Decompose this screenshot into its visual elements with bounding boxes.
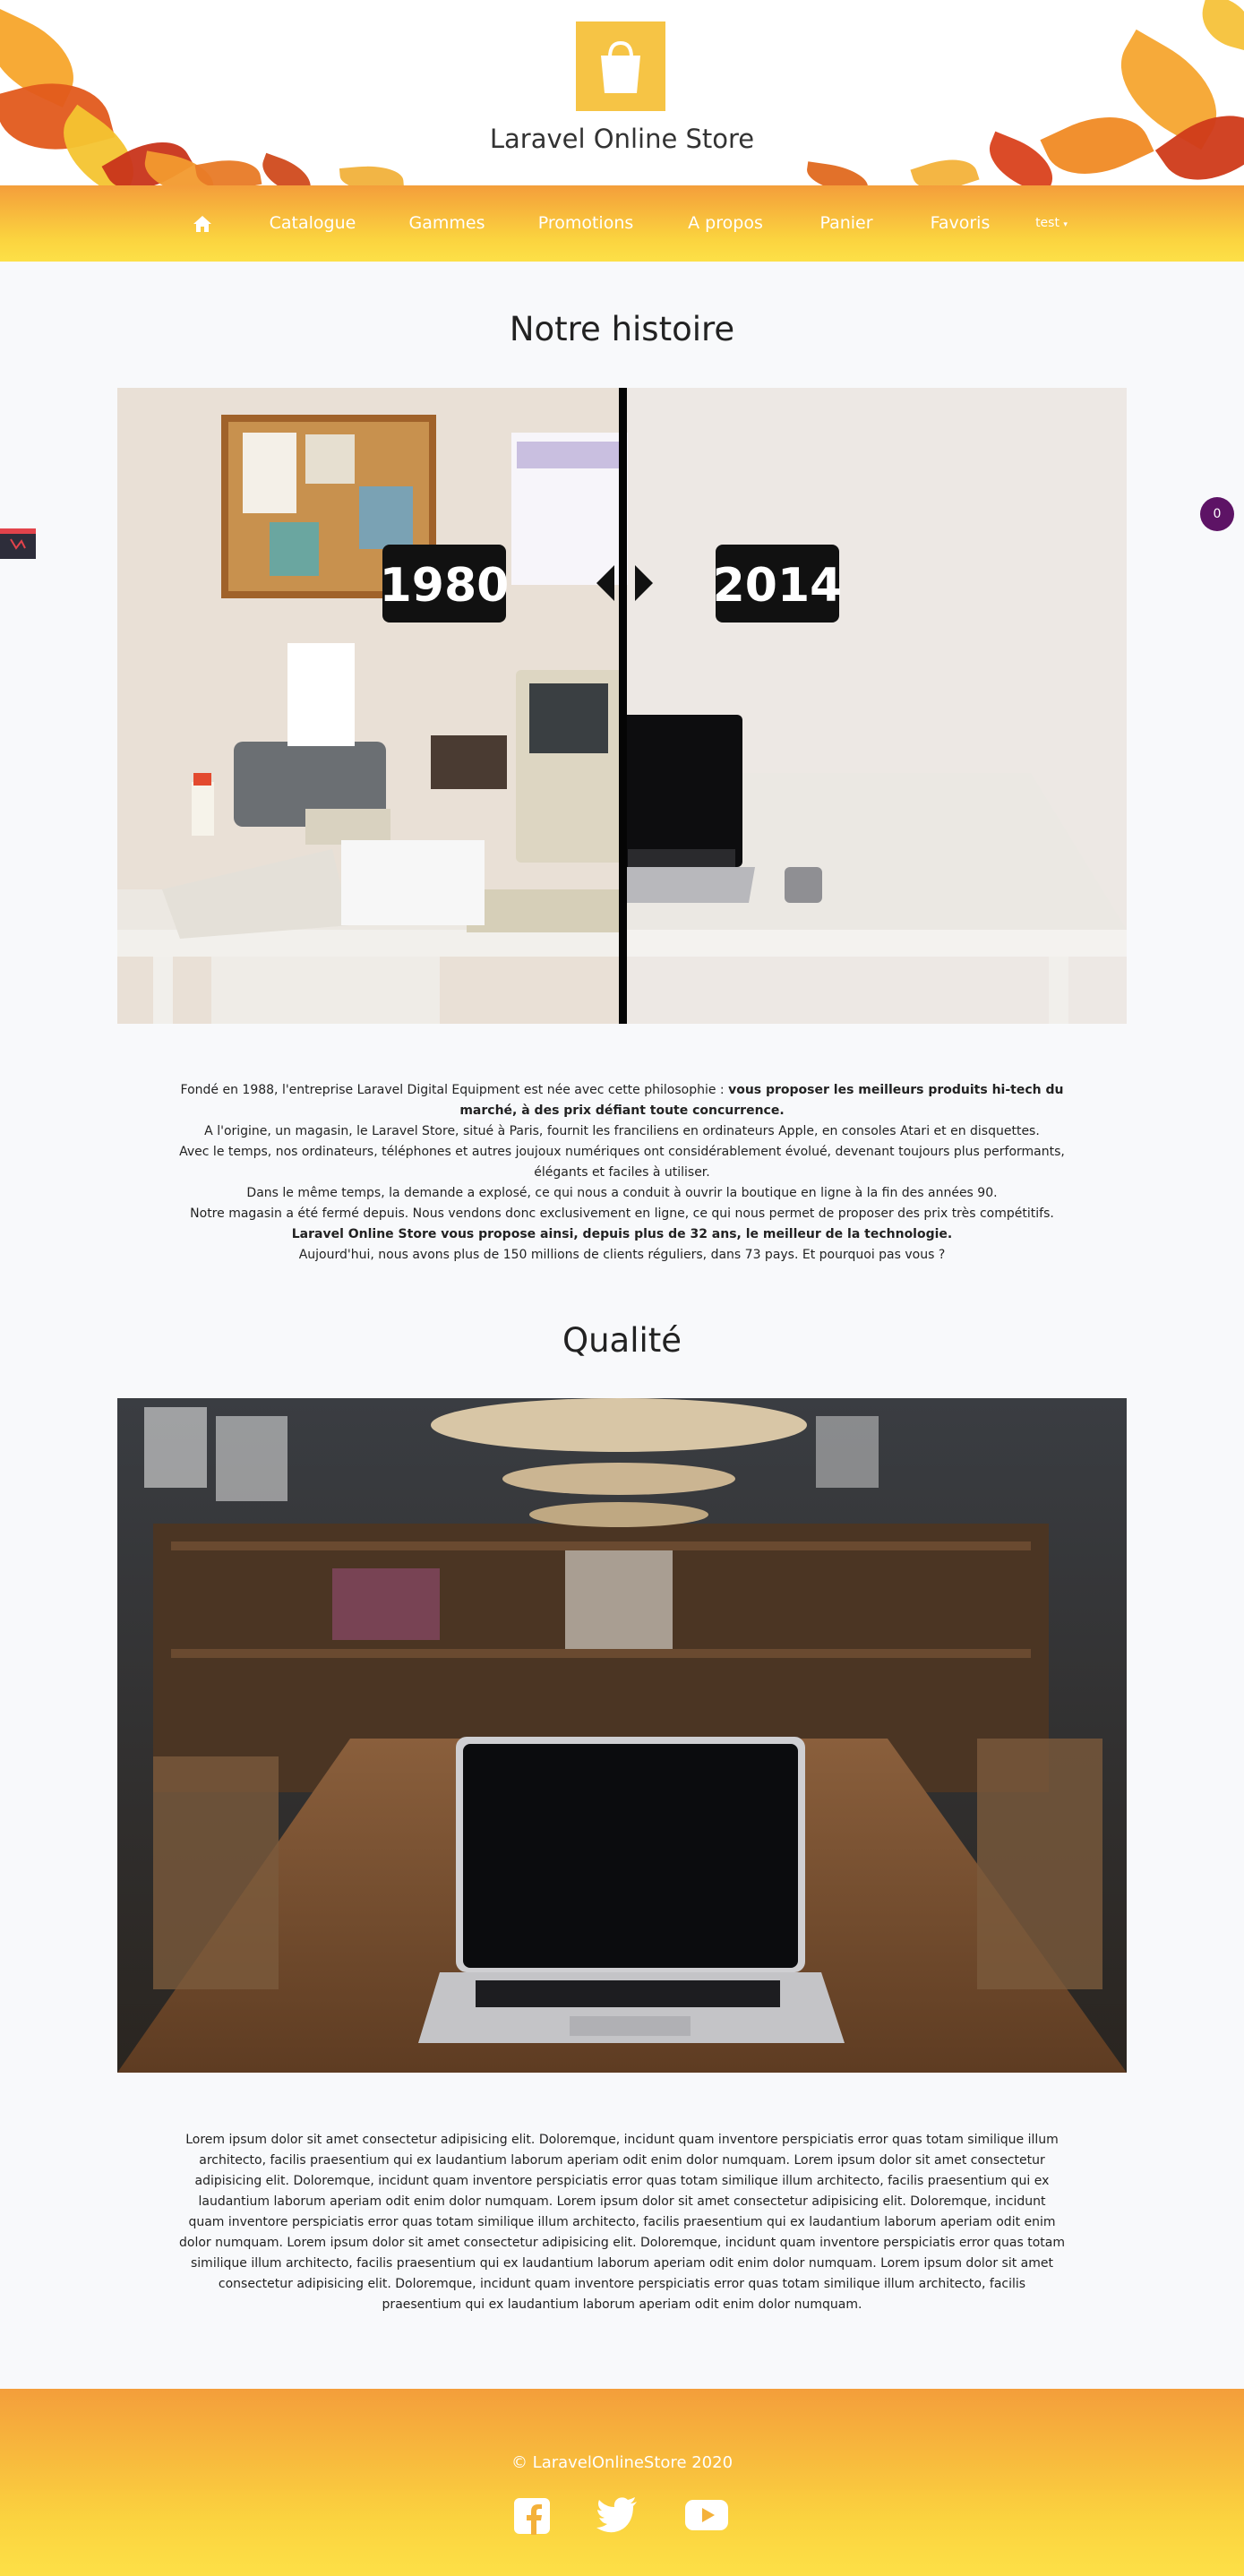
- caret-down-icon: ▾: [1063, 220, 1068, 229]
- facebook-icon[interactable]: [513, 2497, 551, 2535]
- history-year-left: 1980: [380, 559, 510, 613]
- site-footer: © LaravelOnlineStore 2020: [0, 2389, 1244, 2576]
- quality-image: [117, 1398, 1127, 2073]
- debugbar-toggle[interactable]: [0, 528, 36, 559]
- history-line: Fondé en 1988, l'entreprise Laravel Digi…: [180, 1083, 1064, 1118]
- nav-item-promotions[interactable]: Promotions: [538, 185, 634, 262]
- user-menu-label: test: [1035, 216, 1060, 230]
- history-line: Notre magasin a été fermé depuis. Nous v…: [190, 1206, 1054, 1221]
- site-title: Laravel Online Store: [489, 124, 755, 154]
- footer-copyright: © LaravelOnlineStore 2020: [510, 2453, 734, 2472]
- quality-text: Lorem ipsum dolor sit amet consectetur a…: [179, 2133, 1066, 2312]
- history-text: Fondé en 1988, l'entreprise Laravel Digi…: [179, 1080, 1065, 1266]
- home-icon: [193, 215, 211, 232]
- history-line: Aujourd'hui, nous avons plus de 150 mill…: [298, 1248, 946, 1262]
- site-header: Laravel Online Store: [0, 0, 1244, 185]
- nav-item-favoris[interactable]: Favoris: [931, 185, 991, 262]
- history-line: Avec le temps, nos ordinateurs, téléphon…: [179, 1145, 1065, 1180]
- twitter-icon[interactable]: [596, 2497, 638, 2533]
- history-line: Dans le même temps, la demande a explosé…: [246, 1186, 998, 1200]
- user-menu-dropdown[interactable]: test ▾: [1035, 185, 1068, 262]
- quality-title: Qualité: [562, 1321, 682, 1360]
- history-line: A l'origine, un magasin, le Laravel Stor…: [204, 1124, 1040, 1138]
- shopping-bag-icon: [601, 40, 640, 93]
- nav-item-catalogue[interactable]: Catalogue: [270, 185, 356, 262]
- laravel-debugbar-icon: [10, 538, 26, 550]
- store-logo[interactable]: [576, 21, 665, 111]
- history-year-right: 2014: [713, 559, 843, 613]
- nav-item-a-propos[interactable]: A propos: [688, 185, 763, 262]
- cart-count-badge[interactable]: 0: [1200, 497, 1234, 531]
- main-navigation: Catalogue Gammes Promotions A propos Pan…: [0, 185, 1244, 262]
- nav-item-gammes[interactable]: Gammes: [409, 185, 485, 262]
- history-title: Notre histoire: [509, 310, 735, 348]
- youtube-icon[interactable]: [685, 2498, 728, 2532]
- nav-home[interactable]: [193, 185, 212, 262]
- history-line: Laravel Online Store vous propose ainsi,…: [291, 1227, 953, 1241]
- history-image: 1980 2014: [117, 388, 1127, 1024]
- nav-item-panier[interactable]: Panier: [819, 185, 872, 262]
